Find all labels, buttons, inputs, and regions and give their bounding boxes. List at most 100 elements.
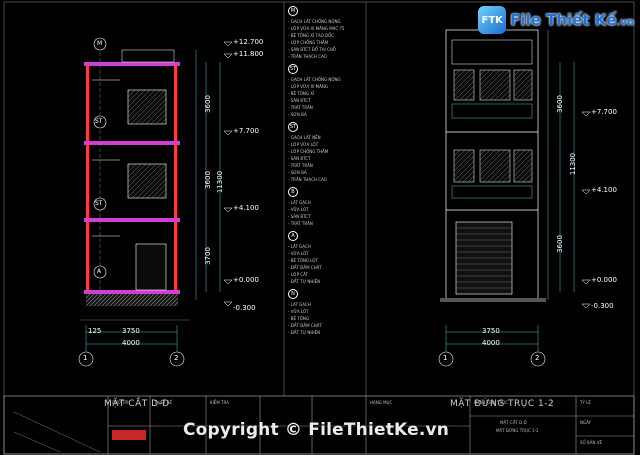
note-line: - LỚP VỮA XI MĂNG [288,84,328,89]
note-line: - VỮA LÓT [288,251,309,256]
note-line: - LỚP CÁT [288,272,308,277]
section-offset-dim: 125 [88,327,102,335]
floor-label: ST [95,118,103,125]
note-line: - BÊ TÔNG LÓT [288,258,318,263]
level-marker [223,301,233,307]
floor-label: A [97,268,102,275]
note-line: - LÁT GẠCH [288,244,311,249]
elevation-drawing [438,29,591,367]
elevation-parapet [451,39,533,65]
level-label: +0.000 [233,276,259,284]
note-group: B - LÁT GẠCH - VỮA LÓT - SÀN BTCT - TRÁT… [288,187,358,227]
level-label: -0.300 [233,304,256,312]
note-id-badge: M [288,6,298,16]
height-dim: 3600 [203,95,212,113]
height-dim: 3700 [203,247,212,265]
note-line: - ĐẤT ĐẦM CHẶT [288,265,322,270]
tb-drawing-name: MẶT ĐỨNG TRỤC 1-2 [496,428,539,433]
elevation-window [453,149,475,183]
note-line: - BÊ TÔNG XỈ TẠO DỐC [288,33,335,38]
section-slab-2 [84,218,180,222]
brand-name: File Thiết Kế.vn [510,11,634,29]
section-slab-roof [84,62,180,66]
elevation-window [479,69,511,101]
tb-cell: THIẾT KẾ [154,400,173,405]
note-line: - SÀN BTCT [288,214,311,219]
note-id-badge: B [288,187,298,197]
note-line: - LỚP VỮA XI MĂNG MÁC 75 [288,26,345,31]
note-line: - GẠCH LÁT CHỐNG NÓNG [288,19,341,24]
tb-cell: NGÀY [580,420,591,425]
height-dim: 3600 [203,171,212,189]
height-dim-total: 11300 [569,152,578,176]
note-line: - ĐẤT ĐẦM CHẶT [288,323,322,328]
elevation-window [513,149,533,183]
level-label: +11.800 [233,50,264,58]
tb-cell: HẠNG MỤC [370,400,393,405]
level-label: +4.100 [233,204,259,212]
note-line: - SƠN BẢ [288,112,307,117]
tb-drawing-name: MẶT CẮT D-D [500,420,527,425]
note-line: - TRÁT TRẦN [288,221,313,226]
note-line: - SƠN BẢ [288,170,307,175]
section-slab-3 [84,141,180,145]
note-line: - TRẦN THẠCH CAO [288,54,327,59]
section-wall-right [174,62,177,294]
note-line: - ĐẤT TỰ NHIÊN [288,279,321,284]
note-line: - LỚP VỮA LÓT [288,142,319,147]
note-id-badge: A [288,231,298,241]
note-id-badge: N [288,289,298,299]
level-label: -0.300 [591,302,614,310]
note-line: - GẠCH LÁT CHỐNG NÓNG [288,77,341,82]
note-group: A - LÁT GẠCH - VỮA LÓT - BÊ TÔNG LÓT - Đ… [288,231,358,285]
finish-notes: M - GẠCH LÁT CHỐNG NÓNG - LỚP VỮA XI MĂN… [288,6,358,340]
level-marker [223,53,233,59]
elevation-axis-1: 1 [443,354,448,362]
height-dim: 3600 [555,235,564,253]
level-marker [223,41,233,47]
level-label: +7.700 [591,108,617,116]
note-line: - SÀN BTCT [288,98,311,103]
note-line: - SÀN BTCT ĐỔ TẠI CHỖ [288,47,336,52]
floor-label: ST [95,200,103,207]
elevation-window [479,149,511,183]
note-group: N - LÁT GẠCH - VỮA LÓT - BÊ TÔNG - ĐẤT Đ… [288,289,358,336]
note-line: - TRẦN THẠCH CAO [288,177,327,182]
tb-cell: TỶ LỆ [580,400,591,405]
note-line: - VỮA LÓT [288,309,309,314]
level-label: +12.700 [233,38,264,46]
brand-logo-icon: FTK [478,6,507,34]
section-axis-2: 2 [174,354,179,362]
note-group: ST - GẠCH LÁT NỀN - LỚP VỮA LÓT - LỚP CH… [288,122,358,183]
floor-label: M [97,40,103,47]
elevation-axis-2: 2 [535,354,540,362]
note-line: - TRÁT TRẦN [288,105,313,110]
section-window [127,163,167,199]
height-dim-total: 11300 [216,170,225,194]
note-line: - VỮA LÓT [288,207,309,212]
section-span-dim: 3750 [122,327,140,335]
note-line: - LỚP CHỐNG THẤM [288,149,329,154]
elevation-window [453,69,475,101]
height-dim: 3600 [555,95,564,113]
level-label: +0.000 [591,276,617,284]
elevation-span-dim: 3750 [482,327,500,335]
level-label: +7.700 [233,127,259,135]
elevation-total-dim: 4000 [482,339,500,347]
note-line: - GẠCH LÁT NỀN [288,135,321,140]
elevation-balcony [451,103,533,119]
level-label: +4.100 [591,186,617,194]
section-wall-left [86,62,89,294]
red-stamp [112,430,146,440]
section-door [135,243,167,291]
elevation-balcony [451,185,533,199]
section-slab-ground [84,290,180,294]
note-group: M - GẠCH LÁT CHỐNG NÓNG - LỚP VỮA XI MĂN… [288,6,358,60]
note-line: - BÊ TÔNG XỈ [288,91,315,96]
note-line: - LỚP CHỐNG THẤM [288,40,329,45]
brand-logo[interactable]: FTK File Thiết Kế.vn [478,6,634,34]
elevation-ground-strip [440,298,546,302]
note-line: - SÀN BTCT [288,156,311,161]
tb-cell: SỐ BẢN VẼ [580,440,602,445]
section-parapet [121,49,175,63]
